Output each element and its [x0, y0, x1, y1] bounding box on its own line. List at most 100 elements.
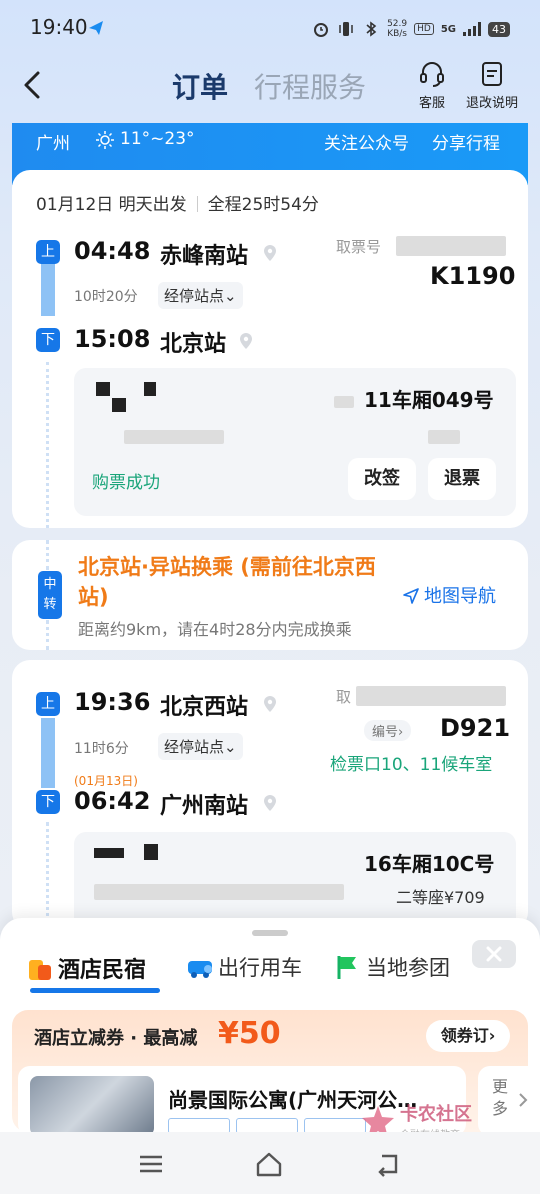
top-nav: 订单 行程服务 客服 退改说明	[0, 56, 540, 120]
passenger-id-redacted	[428, 430, 460, 444]
status-icons: 52.9 KB/s HD 5G 43	[312, 17, 510, 41]
divider	[196, 196, 198, 212]
passenger-name-redacted	[144, 844, 158, 860]
seat-number: 11车厢049号	[364, 388, 494, 412]
follow-account-link[interactable]: 关注公众号	[324, 129, 409, 154]
depart-station[interactable]: 北京西站	[160, 689, 248, 721]
checkin-gate: 检票口10、11候车室	[330, 755, 493, 775]
transfer-description: 距离约9km，请在4时28分内完成换乘	[78, 620, 352, 639]
watermark-text: 卡农社区	[400, 1104, 472, 1125]
pickup-number-redacted	[396, 236, 506, 256]
bluetooth-icon	[366, 21, 377, 37]
alarm-icon	[314, 23, 329, 37]
active-tab-indicator	[30, 988, 160, 993]
back-icon[interactable]	[16, 68, 50, 102]
tab-order[interactable]: 订单	[172, 66, 228, 106]
tab-trip-service[interactable]: 行程服务	[254, 66, 366, 106]
seat-class-price: 二等座¥709	[396, 888, 485, 907]
location-pin-icon[interactable]	[262, 244, 278, 262]
navigation-arrow-icon	[403, 588, 419, 604]
refund-policy-label: 退改说明	[465, 96, 518, 111]
headset-icon	[420, 62, 444, 87]
vibrate-icon	[339, 22, 353, 36]
passenger-ticket-box: 11车厢049号 购票成功 改签 退票	[74, 368, 516, 516]
car-icon	[188, 961, 212, 978]
location-pin-icon[interactable]	[238, 332, 254, 350]
close-button[interactable]	[472, 940, 516, 968]
passenger-ticket-box: 16车厢10C号 二等座¥709	[74, 832, 516, 930]
tab-local-tour-label: 当地参团	[366, 956, 450, 980]
location-pin-icon[interactable]	[262, 695, 278, 713]
network-type: 5G	[440, 23, 456, 35]
travel-duration: 10时20分	[74, 289, 138, 305]
depart-time: 04:48	[74, 237, 151, 265]
depart-time: 19:36	[74, 688, 151, 716]
close-icon	[486, 946, 502, 962]
back-nav-icon[interactable]	[374, 1150, 404, 1178]
arrive-time: 06:42	[74, 787, 151, 815]
change-ticket-button[interactable]: 改签	[348, 458, 416, 500]
home-icon[interactable]	[254, 1150, 284, 1178]
stops-button[interactable]: 经停站点⌄	[158, 733, 243, 760]
map-navigation-label: 地图导航	[424, 586, 496, 607]
trip-card-leg2: 上 19:36 北京西站 取 编号› D921 检票口10、11候车室 11时6…	[12, 660, 528, 930]
pickup-number-label: 取	[336, 688, 352, 706]
arrive-station[interactable]: 北京站	[160, 326, 226, 358]
hotel-image	[30, 1076, 154, 1136]
connector-dots	[46, 822, 49, 930]
weather-temperature: 11°~23°	[120, 129, 195, 149]
stops-button[interactable]: 经停站点⌄	[158, 282, 243, 309]
network-speed: 52.9 KB/s	[387, 19, 407, 39]
claim-coupon-button[interactable]: 领券订›	[426, 1020, 510, 1052]
sheet-handle[interactable]	[252, 930, 288, 936]
passenger-name-redacted	[112, 398, 126, 412]
train-number: K1190	[430, 262, 516, 290]
tab-local-tour[interactable]: 当地参团	[334, 952, 450, 982]
trip-date: 01月12日 明天出发	[36, 195, 187, 215]
promo-title: 酒店立减券 · 最高减	[34, 1028, 198, 1049]
status-time: 19:40	[30, 15, 88, 39]
hd-badge: HD	[414, 23, 434, 35]
pickup-number-redacted	[356, 686, 506, 706]
tab-car[interactable]: 出行用车	[186, 952, 302, 982]
route-rail	[41, 718, 55, 788]
alight-badge: 下	[36, 790, 60, 814]
status-bar: 19:40 52.9 KB/s HD 5G 43	[0, 0, 540, 56]
chevron-right-icon	[519, 1093, 528, 1107]
transfer-card: 中转 北京站·异站换乘 (需前往北京西站) 距离约9km，请在4时28分内完成换…	[12, 540, 528, 650]
tab-hotel-label: 酒店民宿	[58, 958, 147, 983]
network-speed-value: 52.9	[387, 19, 408, 29]
map-navigation-button[interactable]: 地图导航	[402, 582, 496, 608]
app-notification-icon	[89, 21, 103, 35]
menu-icon[interactable]	[136, 1150, 166, 1178]
trip-total-duration: 全程25时54分	[207, 195, 319, 215]
trip-card-leg1: 01月12日 明天出发 全程25时54分 上 04:48 赤峰南站 取票号 K11…	[12, 170, 528, 528]
transfer-badge: 中转	[38, 571, 62, 619]
refund-policy-button[interactable]: 退改说明	[462, 60, 522, 111]
tab-car-label: 出行用车	[218, 956, 302, 980]
pickup-number-label: 取票号	[336, 238, 382, 256]
system-navigation-bar	[0, 1132, 540, 1194]
passenger-id-redacted	[334, 396, 354, 408]
battery-indicator: 43	[488, 21, 510, 37]
refund-ticket-button[interactable]: 退票	[428, 458, 496, 500]
seat-number: 16车厢10C号	[364, 852, 495, 876]
route-rail	[41, 258, 55, 316]
passenger-id-redacted	[124, 430, 224, 444]
arrive-station[interactable]: 广州南站	[160, 788, 248, 820]
connector-dots	[46, 620, 49, 650]
customer-service-button[interactable]: 客服	[402, 60, 462, 111]
share-trip-link[interactable]: 分享行程	[432, 129, 500, 154]
weather-city: 广州	[36, 134, 70, 154]
seat-ref-link[interactable]: 编号›	[364, 720, 412, 741]
sun-icon	[96, 131, 114, 149]
alight-badge: 下	[36, 328, 60, 352]
connector-dots	[46, 540, 49, 570]
connector-dots	[46, 362, 49, 528]
location-pin-icon[interactable]	[262, 794, 278, 812]
depart-station[interactable]: 赤峰南站	[160, 238, 248, 270]
hotel-icon	[29, 960, 51, 980]
passenger-name-redacted	[96, 382, 110, 396]
travel-duration: 11时6分	[74, 741, 129, 757]
tab-hotel[interactable]: 酒店民宿	[26, 952, 146, 984]
